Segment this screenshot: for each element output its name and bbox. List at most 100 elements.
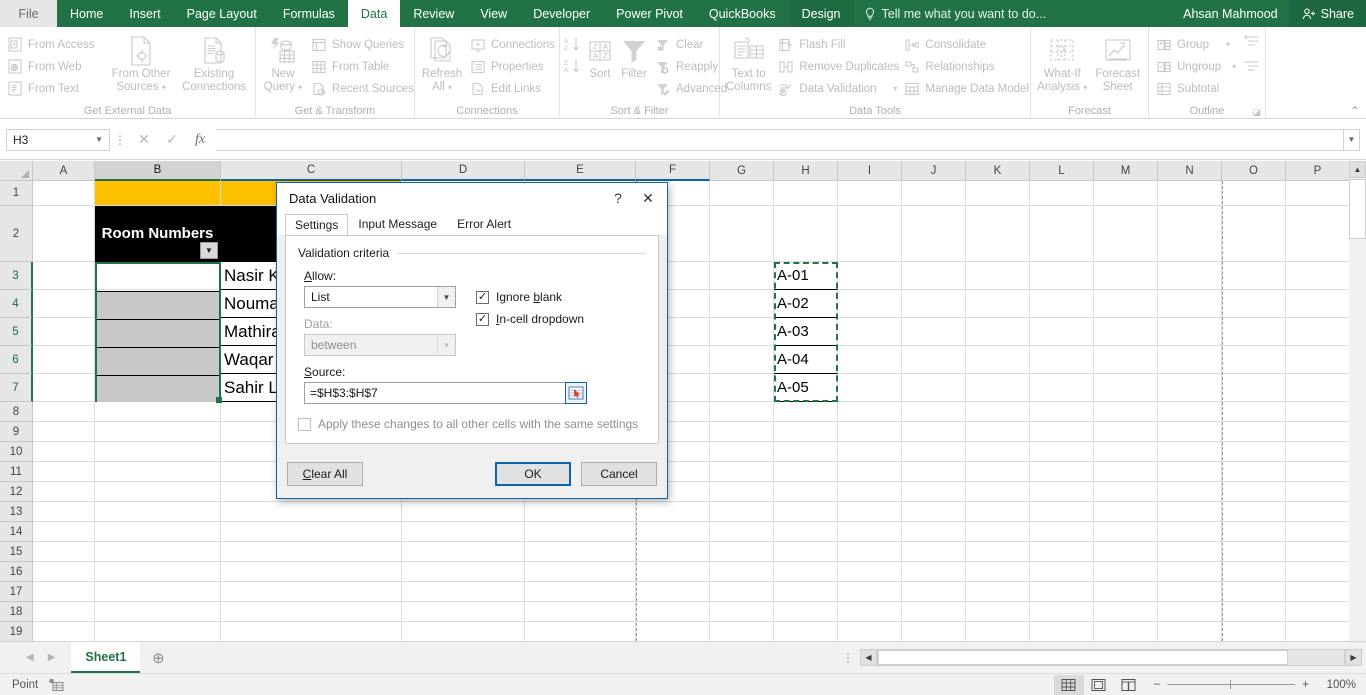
row-header-9[interactable]: 9 bbox=[0, 422, 33, 442]
row-header-13[interactable]: 13 bbox=[0, 502, 33, 522]
cell-N5[interactable] bbox=[1158, 318, 1222, 346]
cell-M5[interactable] bbox=[1094, 318, 1158, 346]
cell-I10[interactable] bbox=[838, 442, 902, 462]
cell-I5[interactable] bbox=[838, 318, 902, 346]
cell-D17[interactable] bbox=[402, 582, 525, 602]
cell-H3[interactable]: A-01 bbox=[774, 262, 838, 290]
allow-select[interactable]: List ▼ bbox=[304, 286, 456, 308]
row-header-15[interactable]: 15 bbox=[0, 542, 33, 562]
cell-J12[interactable] bbox=[902, 482, 966, 502]
cell-H6[interactable]: A-04 bbox=[774, 346, 838, 374]
cell-G17[interactable] bbox=[710, 582, 774, 602]
cell-L14[interactable] bbox=[1030, 522, 1094, 542]
column-header-c[interactable]: C bbox=[221, 161, 402, 181]
column-header-j[interactable]: J bbox=[902, 161, 966, 181]
zoom-level[interactable]: 100% bbox=[1316, 679, 1356, 691]
cell-K10[interactable] bbox=[966, 442, 1030, 462]
in-cell-dropdown-checkbox[interactable]: ✓ bbox=[476, 312, 489, 326]
cell-B17[interactable] bbox=[95, 582, 221, 602]
cell-N14[interactable] bbox=[1158, 522, 1222, 542]
filter-button[interactable]: Filter bbox=[618, 32, 650, 81]
column-header-d[interactable]: D bbox=[402, 161, 525, 181]
cell-J13[interactable] bbox=[902, 502, 966, 522]
cell-H14[interactable] bbox=[774, 522, 838, 542]
cell-K19[interactable] bbox=[966, 622, 1030, 641]
cell-I9[interactable] bbox=[838, 422, 902, 442]
cell-O3[interactable] bbox=[1222, 262, 1286, 290]
cell-M7[interactable] bbox=[1094, 374, 1158, 402]
cell-P1[interactable] bbox=[1286, 181, 1350, 206]
horizontal-scrollbar[interactable]: ◀ ▶ bbox=[860, 649, 1362, 666]
insert-function-button[interactable]: fx bbox=[186, 129, 214, 151]
cell-I18[interactable] bbox=[838, 602, 902, 622]
cell-K9[interactable] bbox=[966, 422, 1030, 442]
cell-A2[interactable] bbox=[33, 206, 95, 262]
cell-B16[interactable] bbox=[95, 562, 221, 582]
cell-K4[interactable] bbox=[966, 290, 1030, 318]
cell-J19[interactable] bbox=[902, 622, 966, 641]
tell-me-search[interactable]: Tell me what you want to do... bbox=[854, 0, 1057, 27]
cell-A3[interactable] bbox=[33, 262, 95, 290]
dialog-tab-input-message[interactable]: Input Message bbox=[348, 213, 447, 235]
cell-K7[interactable] bbox=[966, 374, 1030, 402]
cell-G10[interactable] bbox=[710, 442, 774, 462]
cell-M19[interactable] bbox=[1094, 622, 1158, 641]
ignore-blank-row[interactable]: ✓ Ignore blank bbox=[476, 290, 584, 304]
cell-C13[interactable] bbox=[221, 502, 402, 522]
cell-I17[interactable] bbox=[838, 582, 902, 602]
cell-J3[interactable] bbox=[902, 262, 966, 290]
cell-O18[interactable] bbox=[1222, 602, 1286, 622]
column-header-p[interactable]: P bbox=[1286, 161, 1350, 181]
ungroup-button[interactable]: Ungroup ▾ bbox=[1153, 56, 1241, 77]
cell-I8[interactable] bbox=[838, 402, 902, 422]
cell-M16[interactable] bbox=[1094, 562, 1158, 582]
cell-B13[interactable] bbox=[95, 502, 221, 522]
cell-L8[interactable] bbox=[1030, 402, 1094, 422]
cell-N11[interactable] bbox=[1158, 462, 1222, 482]
cell-H15[interactable] bbox=[774, 542, 838, 562]
cell-P17[interactable] bbox=[1286, 582, 1350, 602]
cell-B9[interactable] bbox=[95, 422, 221, 442]
from-other-sources-button[interactable]: From Other Sources ▾ bbox=[107, 32, 175, 94]
add-sheet-button[interactable]: ⊕ bbox=[140, 649, 176, 667]
cell-A13[interactable] bbox=[33, 502, 95, 522]
prev-sheet-button[interactable]: ◀ bbox=[26, 652, 34, 663]
cell-D19[interactable] bbox=[402, 622, 525, 641]
cancel-button[interactable]: Cancel bbox=[581, 462, 657, 486]
cell-F19[interactable] bbox=[636, 622, 710, 641]
sort-button[interactable]: ZAAZ Sort bbox=[584, 32, 616, 81]
row-header-7[interactable]: 7 bbox=[0, 374, 33, 402]
next-sheet-button[interactable]: ▶ bbox=[48, 652, 56, 663]
column-header-m[interactable]: M bbox=[1094, 161, 1158, 181]
cell-J7[interactable] bbox=[902, 374, 966, 402]
vertical-scrollbar-thumb[interactable] bbox=[1349, 179, 1366, 239]
cell-G14[interactable] bbox=[710, 522, 774, 542]
cell-K2[interactable] bbox=[966, 206, 1030, 262]
cell-L1[interactable] bbox=[1030, 181, 1094, 206]
cell-I7[interactable] bbox=[838, 374, 902, 402]
cell-H7[interactable]: A-05 bbox=[774, 374, 838, 402]
cell-N7[interactable] bbox=[1158, 374, 1222, 402]
page-layout-view-button[interactable] bbox=[1084, 675, 1114, 695]
cell-P6[interactable] bbox=[1286, 346, 1350, 374]
cell-L10[interactable] bbox=[1030, 442, 1094, 462]
cell-O14[interactable] bbox=[1222, 522, 1286, 542]
cell-K6[interactable] bbox=[966, 346, 1030, 374]
cell-N2[interactable] bbox=[1158, 206, 1222, 262]
cell-A5[interactable] bbox=[33, 318, 95, 346]
cell-J8[interactable] bbox=[902, 402, 966, 422]
cell-O1[interactable] bbox=[1222, 181, 1286, 206]
cell-M18[interactable] bbox=[1094, 602, 1158, 622]
row-header-18[interactable]: 18 bbox=[0, 602, 33, 622]
cell-B1[interactable] bbox=[95, 181, 221, 206]
row-header-2[interactable]: 2 bbox=[0, 206, 33, 262]
cell-P2[interactable] bbox=[1286, 206, 1350, 262]
cell-O6[interactable] bbox=[1222, 346, 1286, 374]
tab-developer[interactable]: Developer bbox=[520, 0, 603, 27]
dialog-tab-error-alert[interactable]: Error Alert bbox=[447, 213, 521, 235]
sheet-bar-resize-handle[interactable]: ⋮ bbox=[842, 651, 860, 665]
zoom-out-button[interactable]: − bbox=[1154, 679, 1161, 691]
cell-A18[interactable] bbox=[33, 602, 95, 622]
cell-O17[interactable] bbox=[1222, 582, 1286, 602]
tab-design[interactable]: Design bbox=[788, 0, 854, 27]
